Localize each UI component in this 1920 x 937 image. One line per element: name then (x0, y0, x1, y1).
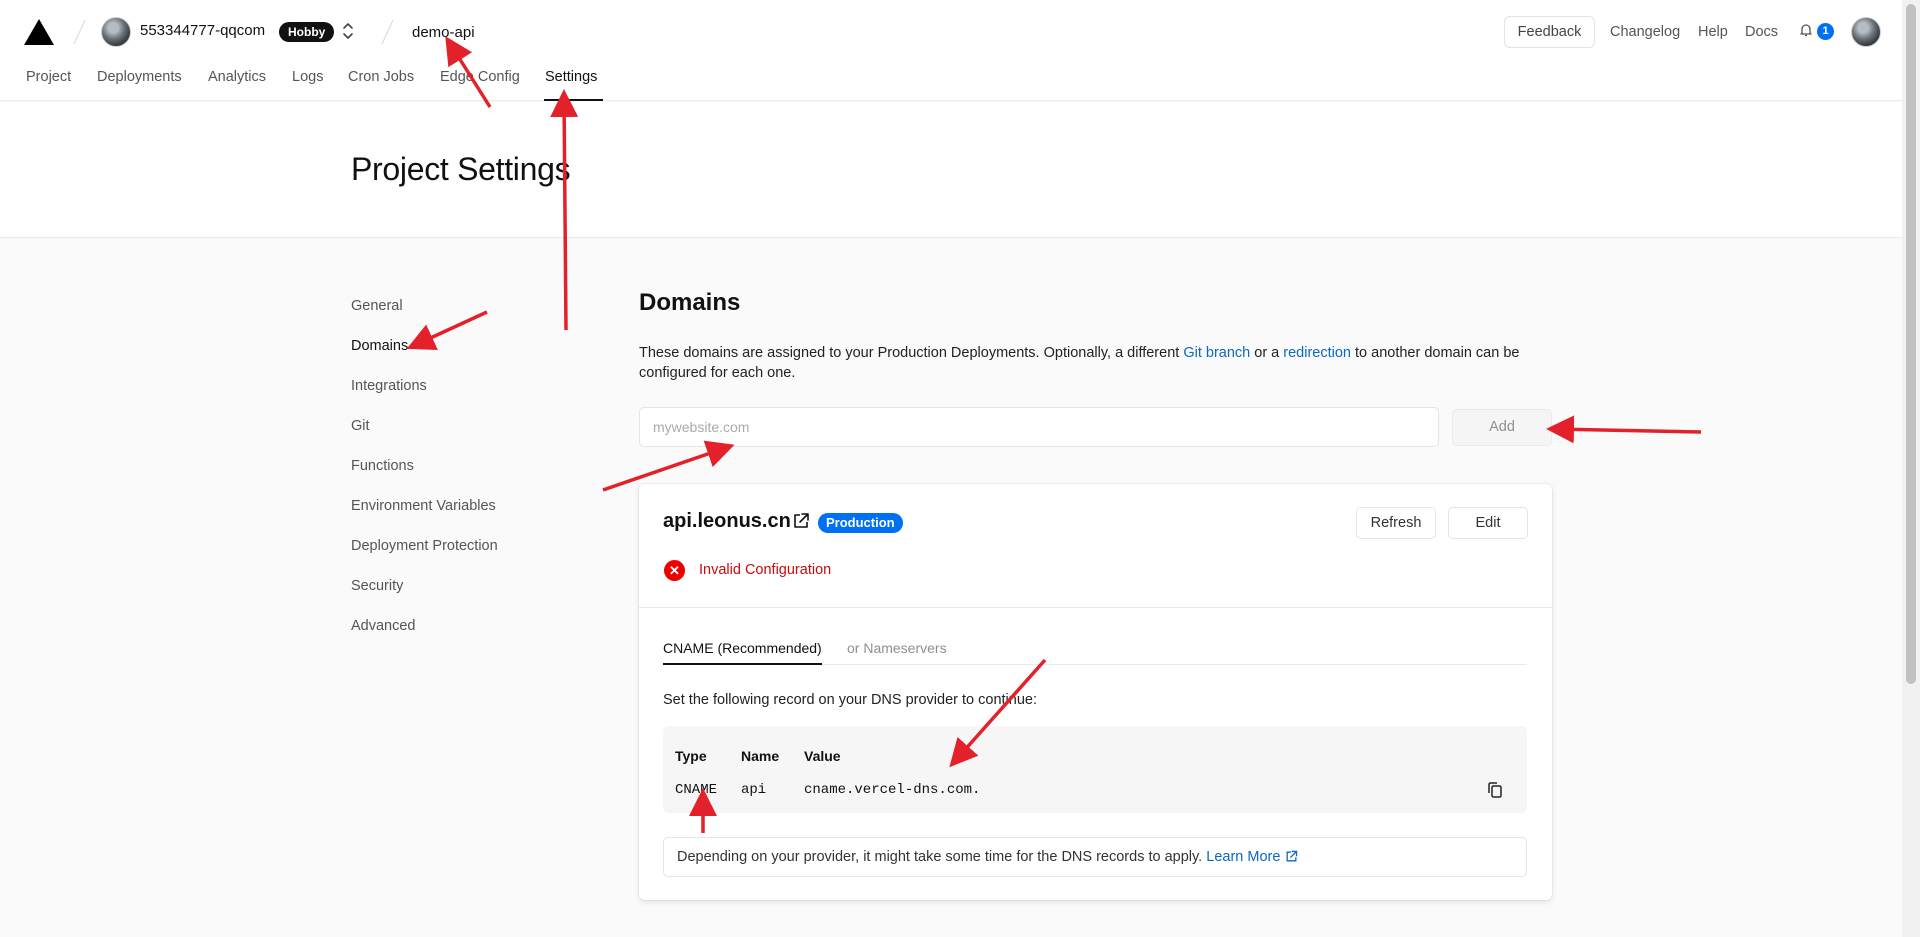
domain-input[interactable] (639, 407, 1439, 447)
scrollbar-thumb[interactable] (1906, 4, 1916, 684)
tab-deployments[interactable]: Deployments (97, 69, 182, 85)
team-avatar[interactable] (101, 17, 131, 47)
annotation-arrow (406, 310, 488, 350)
external-link-icon[interactable] (792, 512, 810, 530)
record-header-name: Name (741, 748, 780, 764)
card-divider (639, 607, 1552, 608)
sidebar-item-general[interactable]: General (351, 298, 403, 314)
dns-instruction: Set the following record on your DNS pro… (663, 692, 1037, 708)
sidebar-item-domains[interactable]: Domains (351, 338, 408, 354)
project-name[interactable]: demo-api (412, 24, 475, 41)
chevron-updown-icon[interactable] (341, 20, 355, 44)
git-branch-link[interactable]: Git branch (1183, 345, 1250, 361)
description-text: or a (1250, 345, 1284, 361)
help-link[interactable]: Help (1698, 24, 1728, 40)
page-header: Project Settings (0, 102, 1902, 238)
tab-settings[interactable]: Settings (545, 69, 597, 85)
external-link-icon[interactable] (1285, 840, 1298, 878)
top-navigation: 553344777-qqcom Hobby demo-api Project D… (0, 0, 1902, 101)
refresh-button[interactable]: Refresh (1356, 507, 1436, 539)
add-domain-button[interactable]: Add (1452, 409, 1552, 446)
docs-link[interactable]: Docs (1745, 24, 1778, 40)
tab-logs[interactable]: Logs (292, 69, 323, 85)
section-title: Domains (639, 289, 741, 316)
user-avatar[interactable] (1851, 17, 1881, 47)
propagation-note: Depending on your provider, it might tak… (663, 837, 1527, 877)
breadcrumb-separator (381, 20, 394, 44)
record-name: api (741, 782, 767, 798)
copy-icon[interactable] (1486, 780, 1504, 800)
record-header-value: Value (804, 748, 841, 764)
page-title: Project Settings (351, 151, 571, 187)
domain-card: api.leonus.cn Production Refresh Edit ✕ … (639, 484, 1552, 900)
redirection-link[interactable]: redirection (1283, 345, 1351, 361)
learn-more-link[interactable]: Learn More (1206, 849, 1280, 865)
sidebar-item-deployment-protection[interactable]: Deployment Protection (351, 538, 498, 554)
tab-edge-config[interactable]: Edge Config (440, 69, 520, 85)
tab-project[interactable]: Project (26, 69, 71, 85)
domains-description: These domains are assigned to your Produ… (639, 343, 1559, 383)
configuration-status: Invalid Configuration (699, 562, 832, 578)
page-scrollbar[interactable] (1902, 0, 1920, 937)
note-text: Depending on your provider, it might tak… (677, 849, 1207, 865)
changelog-link[interactable]: Changelog (1610, 24, 1680, 40)
notification-count-badge: 1 (1817, 23, 1834, 40)
edit-button[interactable]: Edit (1448, 507, 1528, 539)
plan-badge: Hobby (279, 22, 335, 42)
breadcrumb-separator (73, 20, 86, 44)
sidebar-item-functions[interactable]: Functions (351, 458, 414, 474)
tab-nameservers[interactable]: or Nameservers (847, 640, 947, 656)
dns-record-table: Type Name Value CNAME api cname.vercel-d… (663, 726, 1527, 813)
description-text: These domains are assigned to your Produ… (639, 345, 1184, 361)
annotation-arrow (1546, 415, 1702, 444)
domain-name[interactable]: api.leonus.cn (663, 510, 791, 533)
record-header-type: Type (675, 748, 707, 764)
vercel-logo-icon[interactable] (24, 19, 54, 45)
record-type: CNAME (675, 782, 718, 798)
error-x-icon: ✕ (664, 560, 685, 581)
team-name[interactable]: 553344777-qqcom (140, 22, 265, 39)
environment-badge: Production (818, 513, 903, 533)
tab-cron-jobs[interactable]: Cron Jobs (348, 69, 414, 85)
tab-cname[interactable]: CNAME (Recommended) (663, 640, 822, 656)
sidebar-item-advanced[interactable]: Advanced (351, 618, 416, 634)
active-tab-indicator (544, 99, 603, 101)
sidebar-item-security[interactable]: Security (351, 578, 403, 594)
sidebar-item-environment-variables[interactable]: Environment Variables (351, 498, 496, 514)
active-record-tab-indicator (663, 663, 822, 665)
feedback-button[interactable]: Feedback (1504, 16, 1595, 48)
record-value: cname.vercel-dns.com. (804, 782, 981, 798)
tab-analytics[interactable]: Analytics (208, 69, 266, 85)
bell-icon[interactable] (1800, 23, 1812, 37)
sidebar-item-git[interactable]: Git (351, 418, 370, 434)
sidebar-item-integrations[interactable]: Integrations (351, 378, 427, 394)
